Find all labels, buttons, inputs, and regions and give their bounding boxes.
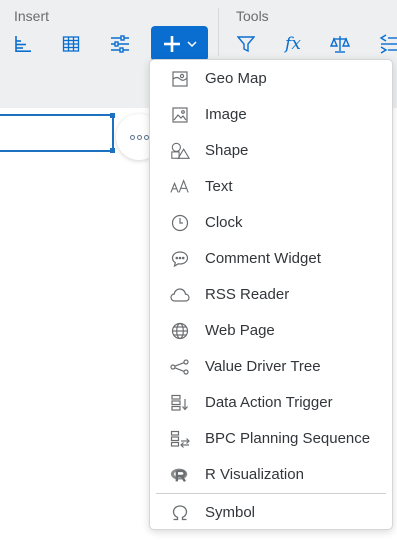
insert-dropdown-menu: Geo Map Image Shape Text Clock Comment W… (149, 59, 393, 530)
menu-item-label: Geo Map (205, 70, 267, 87)
balance-icon[interactable] (328, 32, 352, 56)
menu-item-value-driver-tree[interactable]: Value Driver Tree (150, 349, 392, 385)
formula-icon[interactable]: fx (281, 32, 305, 56)
menu-item-label: Value Driver Tree (205, 358, 321, 375)
menu-item-symbol[interactable]: Symbol (150, 495, 392, 531)
menu-item-label: Comment Widget (205, 250, 321, 267)
menu-item-web-page[interactable]: Web Page (150, 313, 392, 349)
menu-item-label: Clock (205, 214, 243, 231)
insert-group-label: Insert (14, 8, 50, 24)
menu-item-clock[interactable]: Clock (150, 205, 392, 241)
comment-icon (170, 249, 190, 269)
selected-widget[interactable] (0, 113, 115, 153)
menu-item-label: R Visualization (205, 466, 304, 483)
planning-sequence-icon (170, 429, 190, 449)
menu-item-text[interactable]: Text (150, 169, 392, 205)
image-icon (170, 105, 190, 125)
globe-icon (170, 321, 190, 341)
more-dot-icon (136, 134, 142, 140)
tree-icon (170, 357, 190, 377)
menu-item-label: BPC Planning Sequence (205, 430, 371, 447)
menu-item-geo-map[interactable]: Geo Map (150, 61, 392, 97)
menu-item-data-action-trigger[interactable]: Data Action Trigger (150, 385, 392, 421)
menu-item-label: Image (205, 106, 247, 123)
table-icon[interactable] (59, 32, 83, 56)
menu-item-label: Data Action Trigger (205, 394, 333, 411)
omega-icon (170, 503, 190, 523)
r-icon (170, 465, 190, 485)
toolbar-separator (218, 8, 219, 56)
chart-icon[interactable] (11, 32, 35, 56)
filter-icon[interactable] (234, 32, 258, 56)
input-control-icon[interactable] (108, 32, 132, 56)
add-widget-button[interactable] (151, 26, 208, 61)
menu-divider (156, 493, 386, 494)
menu-item-label: Text (205, 178, 233, 195)
text-icon (170, 177, 190, 197)
resize-handle[interactable] (110, 113, 115, 118)
geo-map-icon (170, 69, 190, 89)
plus-icon (163, 35, 180, 52)
more-dot-icon (143, 134, 149, 140)
resize-handle[interactable] (110, 148, 115, 153)
menu-item-r-visualization[interactable]: R Visualization (150, 457, 392, 493)
menu-item-rss-reader[interactable]: RSS Reader (150, 277, 392, 313)
menu-item-bpc-planning-sequence[interactable]: BPC Planning Sequence (150, 421, 392, 457)
shape-icon (170, 141, 190, 161)
tools-group-label: Tools (236, 8, 269, 24)
cloud-icon (170, 285, 190, 305)
menu-item-label: Web Page (205, 322, 275, 339)
sort-icon[interactable] (376, 32, 397, 56)
data-action-icon (170, 393, 190, 413)
chevron-down-icon (186, 40, 197, 47)
menu-item-label: Shape (205, 142, 249, 159)
menu-item-comment-widget[interactable]: Comment Widget (150, 241, 392, 277)
more-dot-icon (129, 134, 135, 140)
menu-item-label: Symbol (205, 504, 256, 521)
menu-item-label: RSS Reader (205, 286, 290, 303)
menu-item-image[interactable]: Image (150, 97, 392, 133)
menu-item-shape[interactable]: Shape (150, 133, 392, 169)
clock-icon (170, 213, 190, 233)
